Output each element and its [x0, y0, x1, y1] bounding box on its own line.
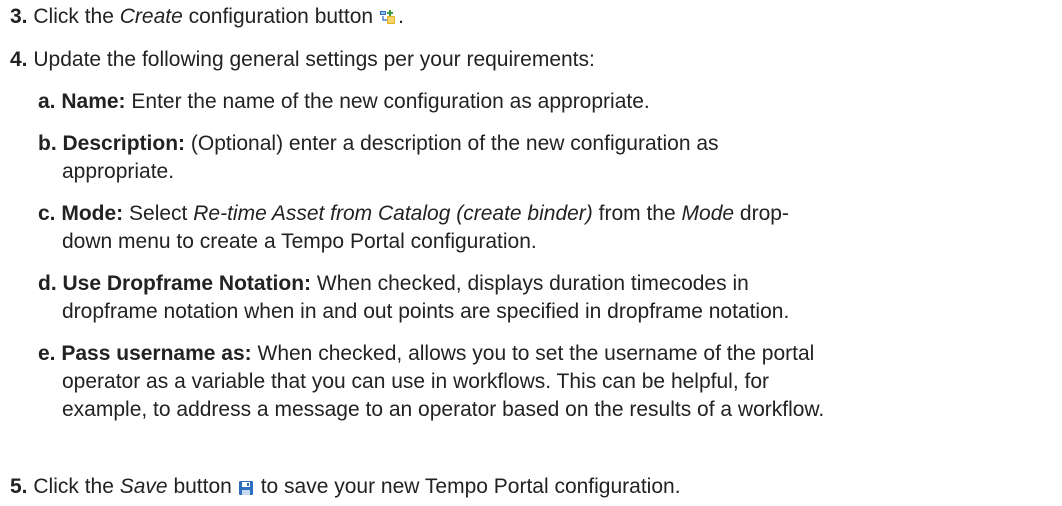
step-number: 3.	[10, 5, 28, 28]
step-3: 3. Click the Create configuration button…	[10, 3, 404, 34]
substep-mode: c. Mode: Select Re-time Asset from Catal…	[38, 202, 789, 253]
substep-dropframe: d. Use Dropframe Notation: When checked,…	[38, 272, 790, 323]
create-term: Create	[119, 5, 183, 28]
step-4: 4. Update the following general settings…	[10, 48, 595, 71]
create-configuration-icon	[379, 6, 397, 34]
save-term: Save	[119, 475, 168, 498]
step-5: 5. Click the Save button to save your ne…	[10, 473, 681, 504]
step-number: 4.	[10, 48, 28, 71]
substep-description: b. Description: (Optional) enter a descr…	[38, 132, 719, 183]
step-number: 5.	[10, 475, 28, 498]
save-icon	[238, 476, 254, 504]
substep-name: a. Name: Enter the name of the new confi…	[38, 90, 650, 113]
substep-pass-username: e. Pass username as: When checked, allow…	[38, 342, 825, 421]
